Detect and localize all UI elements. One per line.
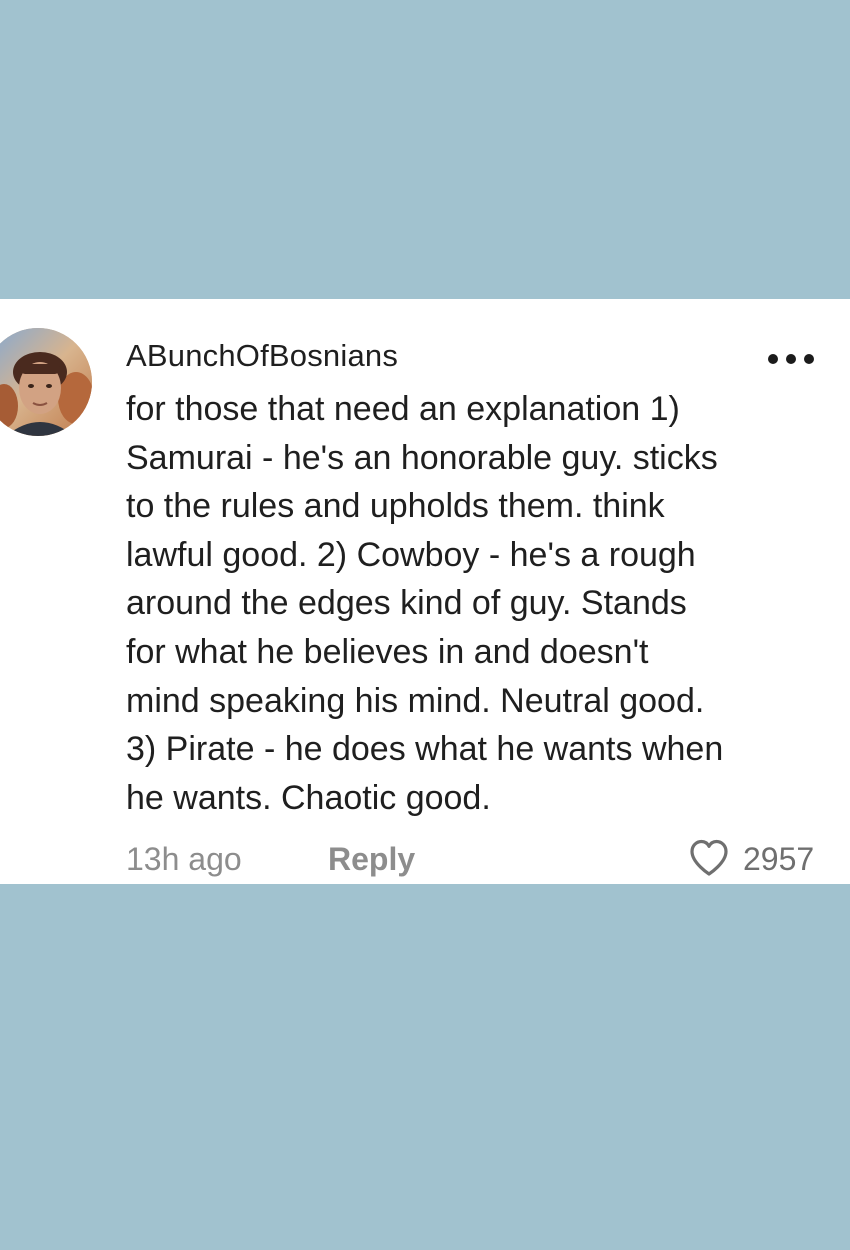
ellipsis-horizontal-icon: [768, 354, 778, 364]
comment-card: ABunchOfBosnians for those that need an …: [0, 299, 850, 884]
reply-button[interactable]: Reply: [328, 837, 415, 881]
like-count: 2957: [743, 841, 815, 877]
comment-line: for what he believes in and doesn't: [126, 632, 649, 671]
comment-line: Samurai - he's an honorable guy. sticks: [126, 438, 718, 477]
comment-timestamp: 13h ago: [126, 841, 242, 877]
comment-username[interactable]: ABunchOfBosnians: [126, 337, 398, 375]
comment-line: lawful good. 2) Cowboy - he's a rough: [126, 535, 696, 574]
user-avatar[interactable]: [0, 328, 92, 436]
more-options-button[interactable]: [762, 341, 828, 375]
comment-line: he wants. Chaotic good.: [126, 778, 491, 817]
comment-line: mind speaking his mind. Neutral good.: [126, 681, 705, 720]
avatar-photo-icon: [0, 328, 92, 436]
comment-line: 3) Pirate - he does what he wants when: [126, 730, 724, 769]
comment-text: for those that need an explanation 1) Sa…: [126, 385, 836, 822]
like-button[interactable]: [688, 836, 730, 880]
ellipsis-horizontal-icon: [786, 354, 796, 364]
comment-line: around the edges kind of guy. Stands: [126, 584, 687, 623]
ellipsis-horizontal-icon: [804, 354, 814, 364]
comment-line: for those that need an explanation 1): [126, 390, 680, 428]
comment-line: to the rules and upholds them. think: [126, 487, 665, 526]
heart-outline-icon: [690, 839, 728, 876]
